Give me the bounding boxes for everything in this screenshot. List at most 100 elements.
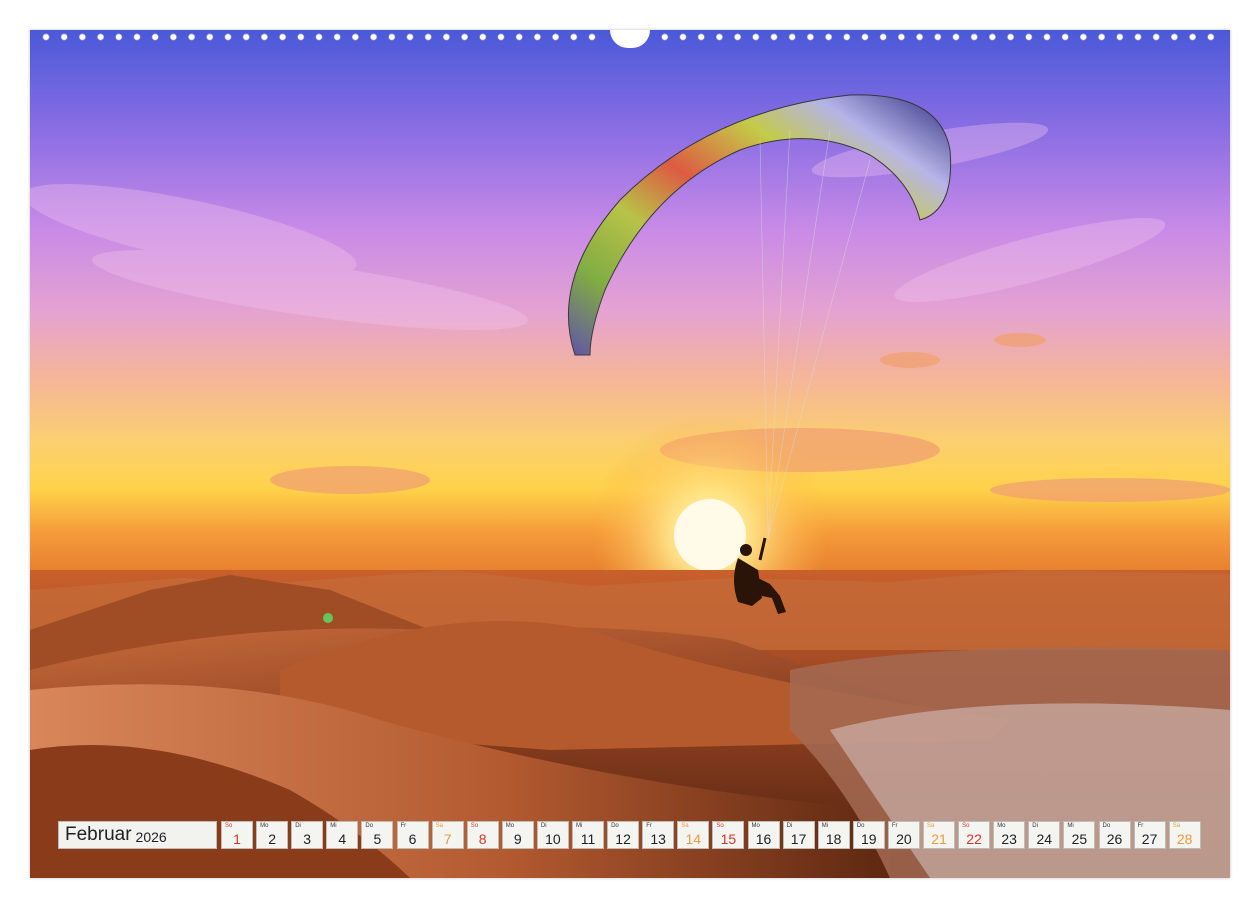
weekday-label: Do <box>856 823 865 829</box>
binding-hole <box>1207 33 1215 41</box>
day-number: 24 <box>1036 831 1053 847</box>
day-number: 27 <box>1141 831 1158 847</box>
day-number: 12 <box>615 831 631 847</box>
weekday-label: So <box>716 823 724 829</box>
day-cell: Fr 27 <box>1133 821 1166 849</box>
month-name: Februar <box>65 824 132 845</box>
binding-hole <box>679 33 687 41</box>
binding-hole <box>861 33 869 41</box>
weekday-label: Di <box>295 823 301 829</box>
binding-hole <box>552 33 560 41</box>
weekday-label: Do <box>1102 823 1111 829</box>
day-number: 6 <box>408 831 417 847</box>
day-cell: So 22 <box>958 821 991 849</box>
day-number: 14 <box>685 831 702 847</box>
day-cell: Mo 16 <box>747 821 780 849</box>
weekday-label: Mo <box>260 823 269 829</box>
binding-hole <box>1116 33 1124 41</box>
month-label: Februar 2026 <box>58 821 217 849</box>
binding-hole <box>388 33 396 41</box>
day-number: 25 <box>1071 831 1088 847</box>
binding-hole <box>424 33 432 41</box>
day-cell: Mo 23 <box>993 821 1026 849</box>
binding-hole <box>952 33 960 41</box>
day-cell: Do 12 <box>607 821 640 849</box>
day-cell: Sa 14 <box>677 821 710 849</box>
day-cell: Sa 28 <box>1168 821 1201 849</box>
binding-hole <box>169 33 177 41</box>
day-cell: Fr 13 <box>642 821 675 849</box>
day-cell: Do 26 <box>1098 821 1131 849</box>
day-cell: Sa 21 <box>923 821 955 849</box>
binding-hole <box>1025 33 1033 41</box>
binding-hole <box>115 33 123 41</box>
binding-hole <box>370 33 378 41</box>
binding-hole <box>1079 33 1087 41</box>
binding-hole <box>97 33 105 41</box>
weekday-label: Mi <box>576 823 583 829</box>
binding-hole <box>151 33 159 41</box>
day-cell: Mi 25 <box>1063 821 1096 849</box>
binding-hole <box>351 33 359 41</box>
binding-hole <box>788 33 796 41</box>
binding-hole <box>734 33 742 41</box>
weekday-label: Sa <box>1172 823 1181 829</box>
day-number: 28 <box>1176 831 1193 847</box>
binding-hole <box>879 33 887 41</box>
day-number: 13 <box>650 831 666 847</box>
weekday-label: Mo <box>997 823 1006 829</box>
day-number: 23 <box>1001 831 1017 847</box>
day-number: 17 <box>790 831 807 847</box>
binding-hole <box>260 33 268 41</box>
binding-hole <box>297 33 305 41</box>
binding-hole <box>461 33 469 41</box>
month-year: 2026 <box>135 828 167 845</box>
binding-hole <box>242 33 250 41</box>
weekday-label: Mi <box>1067 823 1074 829</box>
weekday-label: Fr <box>891 823 898 829</box>
binding-hole <box>60 33 68 41</box>
day-cell: Fr 6 <box>396 821 429 849</box>
binding-hole <box>843 33 851 41</box>
binding-hole <box>1007 33 1015 41</box>
binding-hole <box>825 33 833 41</box>
binding-hole <box>697 33 705 41</box>
day-number: 2 <box>268 831 276 847</box>
weekday-label: Mo <box>751 823 760 829</box>
binding-hole <box>1043 33 1051 41</box>
day-cell: Di 10 <box>536 821 569 849</box>
binding-hole <box>333 33 341 41</box>
binding-hole <box>479 33 487 41</box>
weekday-label: Fr <box>646 823 652 829</box>
binding-hole <box>570 33 578 41</box>
weekday-label: Mi <box>821 823 829 829</box>
binding-hole <box>970 33 978 41</box>
binding-hole <box>133 33 141 41</box>
calendar-photo <box>30 30 1230 878</box>
binding-hole <box>806 33 814 41</box>
day-number: 21 <box>931 831 947 847</box>
weekday-label: Sa <box>681 823 689 829</box>
binding-hole <box>661 33 669 41</box>
day-number: 1 <box>233 831 241 847</box>
day-cell: Mo 2 <box>256 821 289 849</box>
binding-hole <box>1061 33 1069 41</box>
weekday-label: So <box>225 823 233 829</box>
binding-hole <box>1134 33 1142 41</box>
day-number: 22 <box>966 831 982 847</box>
binding-hole <box>188 33 196 41</box>
weekday-label: Mi <box>330 823 337 829</box>
day-cell: Do 19 <box>852 821 885 849</box>
binding-hole <box>897 33 905 41</box>
weekday-label: Fr <box>1137 823 1144 829</box>
binding-hole <box>916 33 924 41</box>
day-cell: Mi 18 <box>817 821 850 849</box>
day-number: 3 <box>303 831 312 847</box>
weekday-label: Sa <box>927 823 935 829</box>
day-cell: Di 24 <box>1028 821 1061 849</box>
binding-hole <box>1098 33 1106 41</box>
day-number: 8 <box>478 831 487 847</box>
day-cell: Mi 11 <box>572 821 604 849</box>
binding-hole <box>206 33 214 41</box>
day-cell: Mo 9 <box>501 821 534 849</box>
